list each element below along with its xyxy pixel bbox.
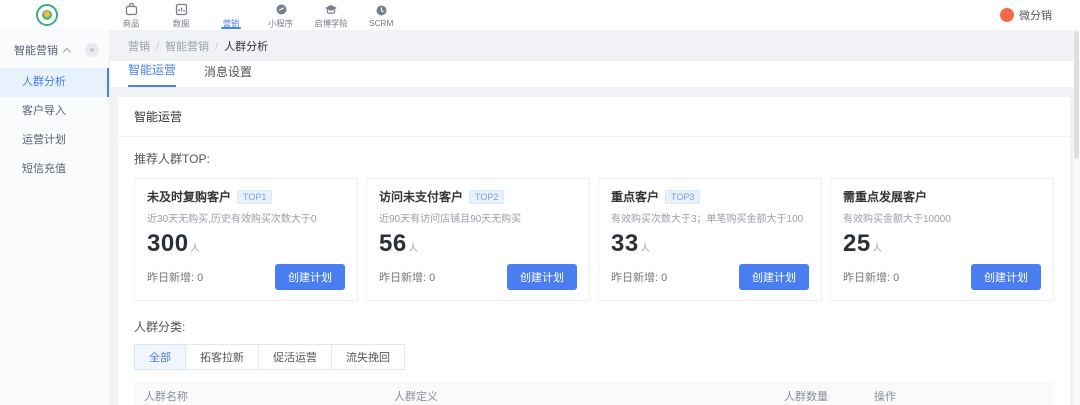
scrm-icon — [375, 4, 388, 17]
data-icon — [175, 3, 188, 16]
tab-smart-operation[interactable]: 智能运营 — [128, 61, 176, 87]
segment-count-unit: 人 — [191, 243, 200, 253]
chevron-up-icon — [63, 47, 71, 55]
breadcrumb-item[interactable]: 智能营销 — [165, 41, 209, 53]
top-nav: 商品 数据 营销 小程序 启博学院 SCR — [110, 0, 402, 30]
sidebar-item-sms-recharge[interactable]: 短信充值 — [0, 155, 109, 184]
collapse-sidebar-button[interactable]: « — [85, 43, 99, 57]
breadcrumb-separator: / — [215, 41, 218, 53]
col-header-name: 人群名称 — [144, 388, 394, 404]
top-nav-item-scrm[interactable]: SCRM — [360, 0, 402, 30]
yesterday-new-value: 0 — [661, 272, 667, 284]
filter-all[interactable]: 全部 — [134, 344, 186, 370]
main-content: 营销 / 智能营销 / 人群分析 智能运营 消息设置 智能运营 推荐人群TOP: 未及时… — [110, 30, 1080, 405]
marketing-icon — [226, 3, 237, 16]
top-nav-item-marketing[interactable]: 营销 — [210, 0, 252, 30]
segment-card-visited-unpaid: 访问未支付客户 TOP2 近90天有访问店铺且90天无购买 56人 昨日新增: … — [366, 178, 590, 301]
sidebar-group-label: 智能营销 — [14, 42, 58, 58]
top-rank-badge: TOP3 — [665, 190, 700, 204]
create-plan-button[interactable]: 创建计划 — [739, 264, 809, 290]
breadcrumb: 营销 / 智能营销 / 人群分析 — [110, 30, 1080, 61]
breadcrumb-separator: / — [156, 41, 159, 53]
breadcrumb-item[interactable]: 营销 — [128, 41, 150, 53]
segment-count-unit: 人 — [641, 243, 650, 253]
segment-card-repurchase: 未及时复购客户 TOP1 近30天无购买,历史有效购买次数大于0 300人 昨日… — [134, 178, 358, 301]
smart-operation-panel: 智能运营 推荐人群TOP: 未及时复购客户 TOP1 近30天无购买,历史有效购… — [118, 97, 1070, 405]
segment-card-title: 重点客户 — [611, 188, 659, 205]
segment-card-title: 未及时复购客户 — [147, 188, 231, 205]
filter-churn-recovery[interactable]: 流失挽回 — [331, 344, 405, 370]
scrollbar[interactable] — [1073, 30, 1080, 405]
scrollbar-thumb[interactable] — [1074, 31, 1079, 159]
top-nav-label: 数据 — [173, 17, 190, 29]
segment-count: 300 — [147, 230, 189, 257]
col-header-count: 人群数量 — [784, 388, 874, 404]
user-name: 微分销 — [1019, 7, 1052, 23]
top-nav-item-miniprogram[interactable]: 小程序 — [260, 0, 302, 30]
segment-card-key-customers: 重点客户 TOP3 有效购买次数大于3；单笔购买金额大于100 33人 昨日新增… — [598, 178, 822, 301]
segment-card-title: 需重点发展客户 — [843, 188, 927, 205]
segment-count-unit: 人 — [409, 243, 418, 253]
top-nav-item-academy[interactable]: 启博学院 — [310, 0, 352, 30]
miniprogram-icon — [275, 3, 288, 16]
yesterday-new-value: 0 — [893, 272, 899, 284]
page-tabs: 智能运营 消息设置 — [110, 61, 1080, 87]
logo-flower-icon — [42, 10, 52, 20]
recommend-cards: 未及时复购客户 TOP1 近30天无购买,历史有效购买次数大于0 300人 昨日… — [134, 178, 1054, 301]
segment-card-development: 需重点发展客户 有效购买金额大于10000 25人 昨日新增: 0 创建计划 — [830, 178, 1054, 301]
segments-table: 人群名称 人群定义 人群数量 操作 未及时复购客户 近30天无购买,历史有效购买… — [134, 382, 1054, 405]
col-header-definition: 人群定义 — [394, 388, 784, 404]
filter-activation[interactable]: 促活运营 — [258, 344, 332, 370]
sidebar-group-header[interactable]: 智能营销 « — [0, 30, 109, 68]
yesterday-new-label: 昨日新增: — [379, 272, 426, 284]
top-nav-item-products[interactable]: 商品 — [110, 0, 152, 30]
top-nav-label: 小程序 — [269, 17, 294, 29]
topbar: 商品 数据 营销 小程序 启博学院 SCR — [0, 0, 1080, 30]
yesterday-new-label: 昨日新增: — [147, 272, 194, 284]
breadcrumb-current: 人群分析 — [224, 41, 268, 53]
segment-count: 56 — [379, 230, 407, 257]
segment-card-desc: 有效购买金额大于10000 — [843, 210, 1041, 225]
segment-classification-label: 人群分类: — [134, 318, 1054, 335]
yesterday-new-label: 昨日新增: — [843, 272, 890, 284]
top-rank-badge: TOP2 — [469, 190, 504, 204]
col-header-action: 操作 — [874, 388, 1044, 404]
create-plan-button[interactable]: 创建计划 — [275, 264, 345, 290]
sidebar-item-crowd-analysis[interactable]: 人群分析 — [0, 68, 109, 97]
segment-card-title: 访问未支付客户 — [379, 188, 463, 205]
segment-card-desc: 近90天有访问店铺且90天无购买 — [379, 210, 577, 225]
tab-message-settings[interactable]: 消息设置 — [204, 63, 252, 87]
sidebar-item-customer-import[interactable]: 客户导入 — [0, 97, 109, 126]
top-nav-label: 启博学院 — [314, 17, 347, 29]
panel-title: 智能运营 — [118, 97, 1070, 137]
top-nav-label: 营销 — [223, 17, 240, 29]
product-icon — [125, 3, 138, 16]
segment-count: 25 — [843, 230, 871, 257]
create-plan-button[interactable]: 创建计划 — [971, 264, 1041, 290]
filter-acquisition[interactable]: 拓客拉新 — [185, 344, 259, 370]
app-logo — [36, 4, 58, 26]
yesterday-new-label: 昨日新增: — [611, 272, 658, 284]
create-plan-button[interactable]: 创建计划 — [507, 264, 577, 290]
sidebar-item-operation-plan[interactable]: 运营计划 — [0, 126, 109, 155]
user-account[interactable]: 微分销 — [1000, 7, 1052, 23]
table-header-row: 人群名称 人群定义 人群数量 操作 — [134, 382, 1054, 405]
top-nav-label: SCRM — [369, 18, 393, 27]
segment-filters: 全部 拓客拉新 促活运营 流失挽回 — [134, 344, 1054, 370]
yesterday-new-value: 0 — [197, 272, 203, 284]
segment-count: 33 — [611, 230, 639, 257]
user-avatar — [1000, 8, 1014, 22]
top-rank-badge: TOP1 — [237, 190, 272, 204]
segment-card-desc: 有效购买次数大于3；单笔购买金额大于100 — [611, 210, 809, 225]
yesterday-new-value: 0 — [429, 272, 435, 284]
top-nav-label: 商品 — [123, 17, 140, 29]
sidebar: 智能营销 « 人群分析 客户导入 运营计划 短信充值 — [0, 30, 110, 405]
academy-icon — [324, 3, 338, 16]
segment-card-desc: 近30天无购买,历史有效购买次数大于0 — [147, 210, 345, 225]
segment-count-unit: 人 — [873, 243, 882, 253]
top-nav-item-data[interactable]: 数据 — [160, 0, 202, 30]
recommend-top-label: 推荐人群TOP: — [134, 150, 1054, 167]
